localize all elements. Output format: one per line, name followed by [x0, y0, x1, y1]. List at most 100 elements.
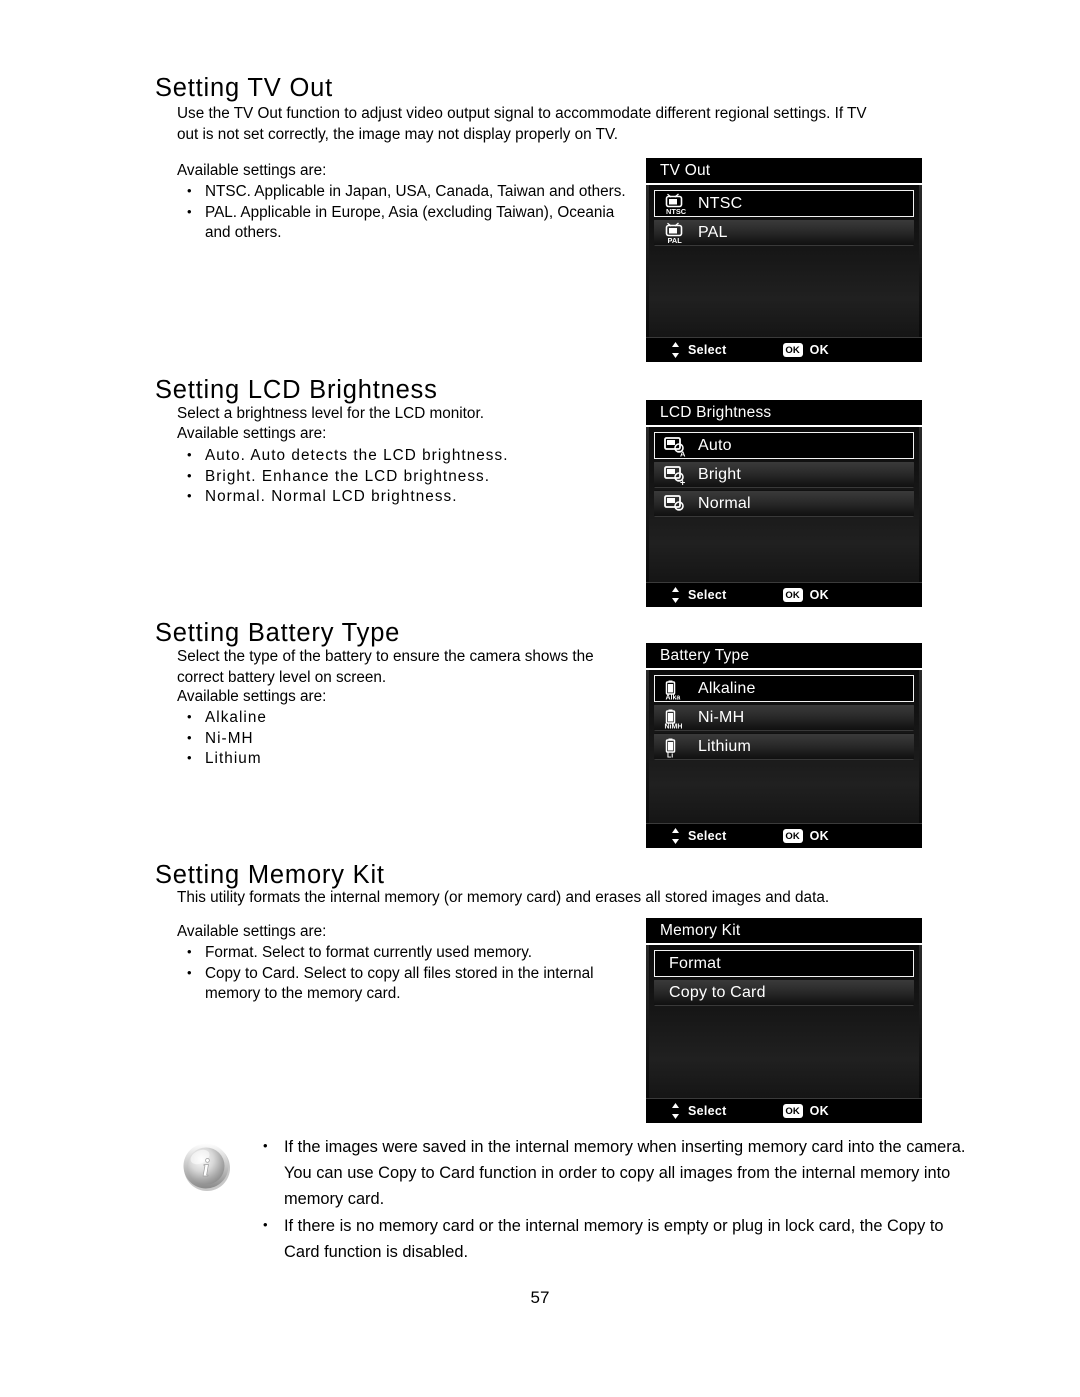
- lcd-title-memory-kit: Memory Kit: [646, 918, 922, 945]
- option-alkaline[interactable]: Alka Alkaline: [654, 675, 914, 702]
- option-auto[interactable]: A Auto: [654, 432, 914, 459]
- settings-lead-battery-type: Available settings are:: [177, 688, 327, 705]
- footer-select-label: Select: [688, 829, 727, 843]
- option-label: Lithium: [698, 737, 751, 755]
- settings-list-memory-kit: Format. Select to format currently used …: [177, 942, 647, 1005]
- lcd-options-battery-type: Alka Alkaline NiMH Ni-MH Li Lithium: [646, 670, 922, 823]
- option-label: Normal: [698, 494, 751, 512]
- svg-text:_: _: [679, 505, 687, 515]
- settings-list-battery-type: Alkaline Ni-MH Lithium: [177, 707, 632, 770]
- manual-page: Setting TV Out Use the TV Out function t…: [0, 0, 1080, 1397]
- tv-ntsc-icon: NTSC: [663, 193, 689, 215]
- svg-text:NTSC: NTSC: [666, 207, 687, 215]
- option-label: Bright: [698, 465, 741, 483]
- section-title-memory-kit: Setting Memory Kit: [155, 861, 385, 889]
- svg-text:A: A: [680, 449, 686, 457]
- battery-nimh-icon: NiMH: [663, 707, 689, 729]
- footer-select-label: Select: [688, 1104, 727, 1118]
- settings-list-tv-out: NTSC. Applicable in Japan, USA, Canada, …: [177, 181, 632, 244]
- lcd-normal-icon: _: [663, 493, 689, 515]
- lcd-title-battery-type: Battery Type: [646, 643, 922, 670]
- option-label: NTSC: [698, 194, 743, 212]
- list-item: If the images were saved in the internal…: [255, 1133, 967, 1212]
- up-down-arrow-icon: [671, 342, 680, 358]
- footer-select-label: Select: [688, 343, 727, 357]
- list-item: Alkaline: [177, 707, 632, 729]
- list-item: Auto. Auto detects the LCD brightness.: [177, 445, 632, 467]
- lcd-screen-battery-type: Battery Type Alka Alkaline NiMH Ni-MH Li…: [646, 643, 922, 848]
- lcd-screen-tv-out: TV Out NTSC NTSC PAL PAL Select OK OK: [646, 158, 922, 362]
- svg-text:+: +: [680, 477, 685, 486]
- section-title-tv-out: Setting TV Out: [155, 74, 333, 102]
- option-label: Format: [669, 954, 721, 972]
- footer-ok-label: OK: [809, 829, 829, 843]
- battery-alkaline-icon: Alka: [663, 678, 689, 700]
- up-down-arrow-icon: [671, 1103, 680, 1119]
- settings-lead-lcd-brightness: Available settings are:: [177, 425, 327, 442]
- battery-lithium-icon: Li: [663, 736, 689, 758]
- option-nimh[interactable]: NiMH Ni-MH: [654, 704, 914, 731]
- lcd-footer-memory-kit: Select OK OK: [646, 1098, 922, 1123]
- list-item: Ni-MH: [177, 728, 632, 750]
- option-format[interactable]: Format: [654, 950, 914, 977]
- tv-pal-icon: PAL: [663, 222, 689, 244]
- option-ntsc[interactable]: NTSC NTSC: [654, 190, 914, 217]
- settings-list-lcd-brightness: Auto. Auto detects the LCD brightness. B…: [177, 445, 632, 508]
- option-label: Auto: [698, 436, 732, 454]
- list-item: Lithium: [177, 748, 632, 770]
- list-item: Normal. Normal LCD brightness.: [177, 486, 632, 508]
- lcd-screen-lcd-brightness: LCD Brightness A Auto + Bright _ Normal …: [646, 400, 922, 607]
- footer-ok-label: OK: [809, 588, 829, 602]
- lcd-auto-icon: A: [663, 435, 689, 457]
- note-block: i If the images were saved in the intern…: [177, 1133, 967, 1266]
- lcd-options-tv-out: NTSC NTSC PAL PAL: [646, 185, 922, 337]
- page-number: 57: [530, 1288, 550, 1307]
- svg-text:NiMH: NiMH: [664, 723, 682, 729]
- up-down-arrow-icon: [671, 587, 680, 603]
- lcd-title-lcd-brightness: LCD Brightness: [646, 400, 922, 427]
- option-normal[interactable]: _ Normal: [654, 490, 914, 517]
- list-item: NTSC. Applicable in Japan, USA, Canada, …: [177, 181, 632, 203]
- list-item: Format. Select to format currently used …: [177, 942, 647, 964]
- footer-ok-label: OK: [809, 1104, 829, 1118]
- intro-lcd-brightness: Select a brightness level for the LCD mo…: [177, 405, 484, 422]
- ok-badge-icon: OK: [782, 829, 803, 843]
- svg-text:Alka: Alka: [665, 694, 680, 700]
- footer-ok-label: OK: [809, 343, 829, 357]
- lcd-options-memory-kit: Format Copy to Card: [646, 945, 922, 1098]
- list-item: PAL. Applicable in Europe, Asia (excludi…: [177, 202, 632, 244]
- option-copy-to-card[interactable]: Copy to Card: [654, 979, 914, 1006]
- option-label: Alkaline: [698, 679, 756, 697]
- list-item: If there is no memory card or the intern…: [255, 1212, 967, 1265]
- ok-badge-icon: OK: [782, 343, 803, 357]
- lcd-footer-battery-type: Select OK OK: [646, 823, 922, 848]
- info-icon: i: [180, 1140, 234, 1194]
- section-title-lcd-brightness: Setting LCD Brightness: [155, 376, 438, 404]
- intro-battery-type: Select the type of the battery to ensure…: [177, 648, 594, 686]
- lcd-footer-lcd-brightness: Select OK OK: [646, 582, 922, 607]
- settings-lead-tv-out: Available settings are:: [177, 162, 327, 179]
- option-label: PAL: [698, 223, 728, 241]
- ok-badge-icon: OK: [782, 588, 803, 602]
- lcd-footer-tv-out: Select OK OK: [646, 337, 922, 362]
- lcd-bright-icon: +: [663, 464, 689, 486]
- settings-lead-memory-kit: Available settings are:: [177, 923, 327, 940]
- intro-memory-kit: This utility formats the internal memory…: [177, 889, 830, 906]
- section-title-battery-type: Setting Battery Type: [155, 619, 401, 647]
- lcd-options-lcd-brightness: A Auto + Bright _ Normal: [646, 427, 922, 582]
- lcd-screen-memory-kit: Memory Kit Format Copy to Card Select OK…: [646, 918, 922, 1123]
- ok-badge-icon: OK: [782, 1104, 803, 1118]
- list-item: Copy to Card. Select to copy all files s…: [177, 963, 647, 1005]
- svg-text:Li: Li: [667, 752, 673, 758]
- option-label: Copy to Card: [669, 983, 766, 1001]
- list-item: Bright. Enhance the LCD brightness.: [177, 466, 632, 488]
- option-lithium[interactable]: Li Lithium: [654, 733, 914, 760]
- option-pal[interactable]: PAL PAL: [654, 219, 914, 246]
- up-down-arrow-icon: [671, 828, 680, 844]
- footer-select-label: Select: [688, 588, 727, 602]
- note-text: If the images were saved in the internal…: [255, 1133, 967, 1265]
- option-label: Ni-MH: [698, 708, 745, 726]
- option-bright[interactable]: + Bright: [654, 461, 914, 488]
- svg-text:i: i: [203, 1155, 210, 1182]
- lcd-title-tv-out: TV Out: [646, 158, 922, 185]
